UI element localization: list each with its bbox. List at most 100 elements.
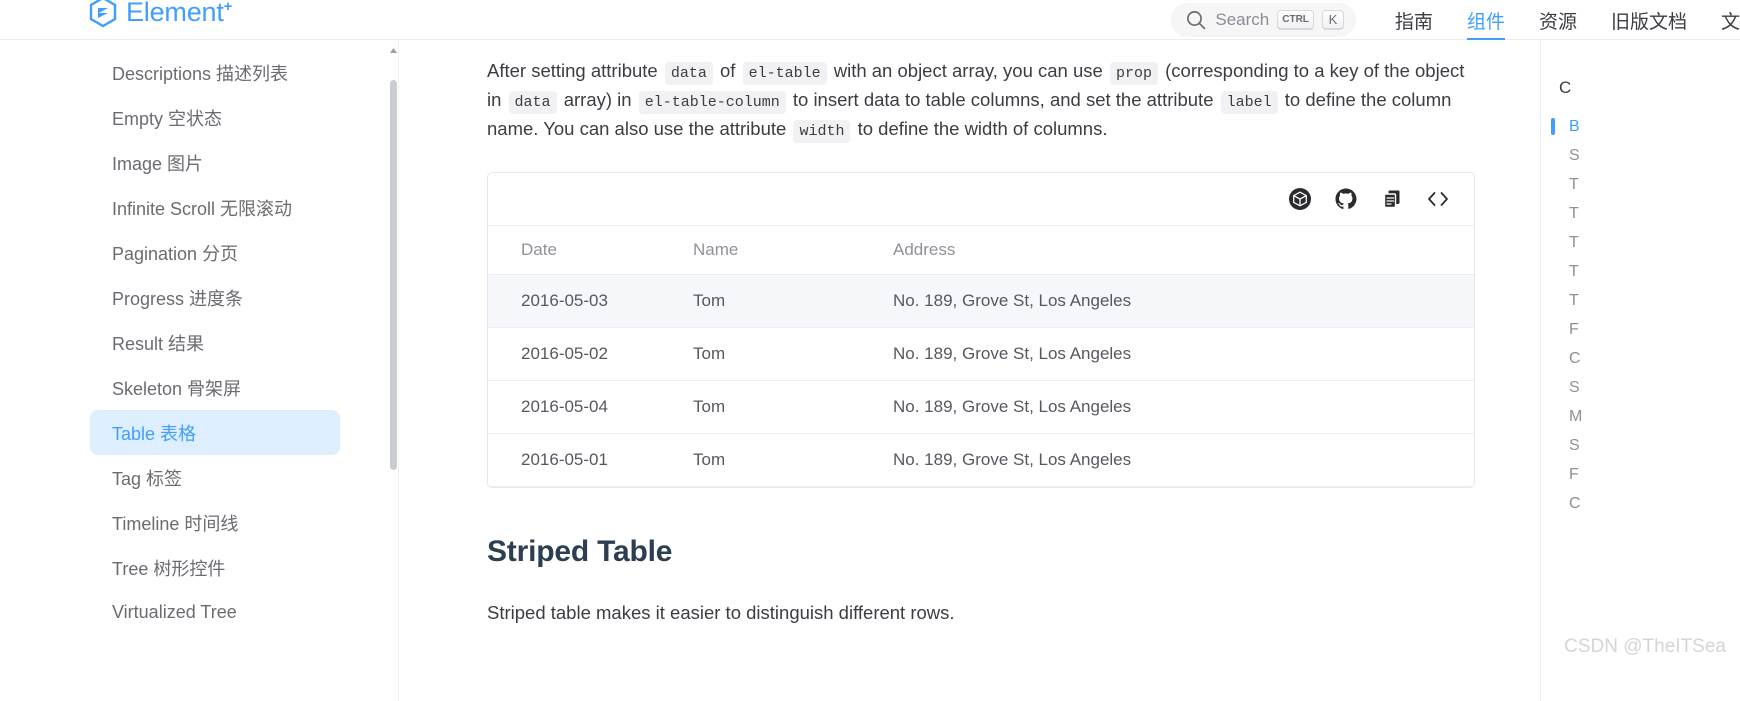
cell-name: Tom: [693, 380, 893, 434]
demo-action-bar: [488, 173, 1474, 226]
primary-nav: 指南 组件 资源 旧版文档 文: [1378, 0, 1740, 40]
sidebar-item-timeline[interactable]: Timeline 时间线: [90, 500, 340, 545]
column-header-name[interactable]: Name: [693, 226, 893, 275]
scroll-up-arrow-icon[interactable]: [390, 44, 397, 53]
cell-date: 2016-05-02: [488, 327, 693, 381]
sidebar-item-pagination[interactable]: Pagination 分页: [90, 230, 340, 275]
watermark: CSDN @TheITSea: [1564, 636, 1726, 657]
toc-item-3[interactable]: T: [1559, 199, 1740, 228]
codesandbox-icon[interactable]: [1287, 186, 1313, 212]
code-el-table: el-table: [742, 62, 827, 85]
cell-date: 2016-05-01: [488, 433, 693, 487]
toc-item-5[interactable]: T: [1559, 257, 1740, 286]
toc-item-10[interactable]: M: [1559, 402, 1740, 431]
kbd-ctrl: CTRL: [1277, 10, 1314, 30]
brand-name: Element+: [126, 0, 232, 26]
copy-icon[interactable]: [1379, 186, 1405, 212]
intro-text-3: with an object array, you can use: [828, 60, 1108, 81]
code-data-2: data: [508, 91, 557, 114]
toc-item-8[interactable]: C: [1559, 344, 1740, 373]
demo-table: Date Name Address 2016-05-03 Tom No. 189…: [488, 226, 1474, 487]
intro-text-6: to insert data to table columns, and set…: [787, 89, 1219, 110]
toc-item-7[interactable]: F: [1559, 315, 1740, 344]
github-icon[interactable]: [1333, 186, 1359, 212]
intro-text-1: After setting attribute: [487, 60, 663, 81]
nav-item-legacy-docs[interactable]: 旧版文档: [1594, 0, 1704, 40]
sidebar-scrollbar-thumb[interactable]: [390, 80, 397, 470]
sidebar-item-progress[interactable]: Progress 进度条: [90, 275, 340, 320]
search-icon: [1185, 9, 1207, 31]
page-root: Element+ Search CTRL K 指南 组件 资源 旧版文档 文 D…: [0, 0, 1740, 701]
nav-item-resources[interactable]: 资源: [1522, 0, 1594, 40]
table-row[interactable]: 2016-05-03 Tom No. 189, Grove St, Los An…: [488, 274, 1474, 328]
sidebar-item-tag[interactable]: Tag 标签: [90, 455, 340, 500]
nav-item-clipped[interactable]: 文: [1704, 0, 1740, 40]
sidebar-item-empty[interactable]: Empty 空状态: [90, 95, 340, 140]
intro-paragraph: After setting attribute data of el-table…: [487, 58, 1475, 145]
cell-address: No. 189, Grove St, Los Angeles: [893, 274, 1474, 328]
site-header: Element+ Search CTRL K 指南 组件 资源 旧版文档 文: [0, 0, 1740, 40]
table-row[interactable]: 2016-05-01 Tom No. 189, Grove St, Los An…: [488, 433, 1474, 487]
sidebar-item-tree[interactable]: Tree 树形控件: [90, 545, 340, 590]
cell-date: 2016-05-03: [488, 274, 693, 328]
table-head: Date Name Address: [488, 226, 1474, 275]
intro-text-5: array) in: [558, 89, 637, 110]
search-label: Search: [1215, 10, 1270, 29]
cell-name: Tom: [693, 274, 893, 328]
toc-item-12[interactable]: F: [1559, 460, 1740, 489]
cell-address: No. 189, Grove St, Los Angeles: [893, 380, 1474, 434]
code-data-1: data: [664, 62, 713, 85]
sidebar-item-image[interactable]: Image 图片: [90, 140, 340, 185]
toc-title: C: [1559, 78, 1572, 97]
cell-date: 2016-05-04: [488, 380, 693, 434]
table-row[interactable]: 2016-05-04 Tom No. 189, Grove St, Los An…: [488, 380, 1474, 434]
cell-name: Tom: [693, 433, 893, 487]
cell-name: Tom: [693, 327, 893, 381]
sidebar-item-skeleton[interactable]: Skeleton 骨架屏: [90, 365, 340, 410]
main-content: After setting attribute data of el-table…: [399, 40, 1539, 701]
toc-item-9[interactable]: S: [1559, 373, 1740, 402]
brand-logo-link[interactable]: Element+: [88, 0, 232, 28]
element-plus-logo-icon: [88, 0, 118, 28]
code-label: label: [1220, 91, 1278, 114]
sidebar-scrollbar[interactable]: [389, 44, 398, 654]
cell-address: No. 189, Grove St, Los Angeles: [893, 433, 1474, 487]
column-header-date[interactable]: Date: [488, 226, 693, 275]
header-right-group: Search CTRL K 指南 组件 资源 旧版文档 文: [1171, 0, 1740, 40]
table-row[interactable]: 2016-05-02 Tom No. 189, Grove St, Los An…: [488, 327, 1474, 381]
kbd-k: K: [1321, 10, 1344, 30]
toc-inner: C B S T T T T T F C S M S F C: [1541, 40, 1740, 518]
sidebar-item-result[interactable]: Result 结果: [90, 320, 340, 365]
toc-item-6[interactable]: T: [1559, 286, 1740, 315]
sidebar-item-table[interactable]: Table 表格: [90, 410, 340, 455]
code-prop: prop: [1109, 62, 1158, 85]
sidebar-item-descriptions[interactable]: Descriptions 描述列表: [90, 50, 340, 95]
toc-item-0[interactable]: B: [1551, 112, 1740, 141]
nav-item-components[interactable]: 组件: [1450, 0, 1522, 40]
toc-item-2[interactable]: T: [1559, 170, 1740, 199]
nav-item-guide[interactable]: 指南: [1378, 0, 1450, 40]
sidebar-item-infinite-scroll[interactable]: Infinite Scroll 无限滚动: [90, 185, 340, 230]
intro-text-2: of: [714, 60, 741, 81]
striped-table-paragraph: Striped table makes it easier to disting…: [487, 602, 955, 623]
search-button[interactable]: Search CTRL K: [1171, 3, 1356, 37]
sidebar-item-virtualized-tree[interactable]: Virtualized Tree: [90, 590, 340, 635]
toc-item-4[interactable]: T: [1559, 228, 1740, 257]
sidebar-nav: Descriptions 描述列表 Empty 空状态 Image 图片 Inf…: [0, 40, 390, 701]
column-header-address[interactable]: Address: [893, 226, 1474, 275]
demo-card: Date Name Address 2016-05-03 Tom No. 189…: [487, 172, 1475, 488]
table-header-row: Date Name Address: [488, 226, 1474, 275]
toc-item-1[interactable]: S: [1559, 141, 1740, 170]
cell-address: No. 189, Grove St, Los Angeles: [893, 327, 1474, 381]
intro-text-8: to define the width of columns.: [852, 118, 1108, 139]
toc-item-11[interactable]: S: [1559, 431, 1740, 460]
code-width: width: [793, 120, 851, 143]
table-of-contents: C B S T T T T T F C S M S F C: [1540, 40, 1740, 701]
table-body: 2016-05-03 Tom No. 189, Grove St, Los An…: [488, 274, 1474, 487]
sidebar-list: Descriptions 描述列表 Empty 空状态 Image 图片 Inf…: [0, 40, 390, 635]
code-el-table-column: el-table-column: [638, 91, 786, 114]
toc-item-13[interactable]: C: [1559, 489, 1740, 518]
code-icon[interactable]: [1425, 186, 1451, 212]
striped-table-heading: Striped Table: [487, 535, 673, 568]
brand-plus: +: [223, 0, 233, 15]
